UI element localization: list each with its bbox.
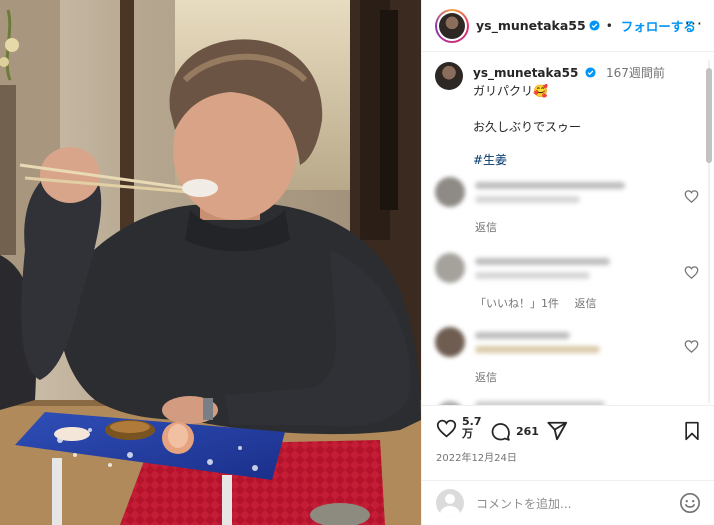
author-username[interactable]: ys_munetaka55	[476, 18, 586, 33]
smiley-icon[interactable]	[679, 492, 701, 514]
reply-button[interactable]: 返信	[475, 221, 497, 234]
post-side-panel: ys_munetaka55 • フォローする ··· ys_munetaka55…	[421, 0, 714, 525]
comment-item: 返信	[435, 175, 705, 245]
heart-icon[interactable]	[436, 418, 457, 439]
heart-icon[interactable]	[684, 339, 699, 354]
comment-avatar[interactable]	[435, 253, 465, 283]
paper-plane-icon[interactable]	[546, 420, 568, 442]
comments-scrollbar[interactable]	[706, 60, 712, 403]
verified-badge-icon	[585, 67, 596, 78]
caption-username[interactable]: ys_munetaka55	[473, 66, 578, 80]
comment-count: 261	[516, 425, 539, 438]
share-action[interactable]	[546, 420, 568, 442]
comments-list[interactable]: ys_munetaka55 167週間前 ガリパクリ🥰 お久しぶりでスゥー #生…	[422, 53, 714, 405]
post-actions: 5.7 万 261 2022年12月24日	[422, 405, 714, 480]
post-photo[interactable]	[0, 0, 421, 525]
post-header: ys_munetaka55 • フォローする ···	[422, 0, 714, 52]
like-action[interactable]: 5.7 万	[436, 416, 482, 440]
more-horizontal-icon[interactable]: ···	[685, 14, 703, 33]
comment-meta: 返信	[475, 219, 497, 235]
caption-hashtag[interactable]: #生姜	[473, 151, 507, 168]
post-date[interactable]: 2022年12月24日	[436, 449, 517, 464]
heart-icon[interactable]	[684, 265, 699, 280]
blurred-comment-text	[475, 332, 570, 339]
save-action[interactable]	[683, 421, 701, 445]
comment-avatar[interactable]	[435, 327, 465, 357]
separator-dot: •	[605, 18, 613, 33]
add-comment-bar: コメントを追加...	[422, 480, 714, 525]
comment-item: 「いいね！」1件 返信	[435, 251, 705, 321]
verified-badge-icon	[589, 20, 600, 31]
caption-text-line1: ガリパクリ🥰	[473, 84, 548, 98]
like-count[interactable]: 5.7 万	[462, 416, 482, 440]
comment-avatar[interactable]	[435, 177, 465, 207]
blurred-comment-text	[475, 272, 590, 279]
blurred-comment-text	[475, 346, 600, 353]
author-avatar[interactable]	[435, 8, 469, 43]
comment-meta: 返信	[475, 369, 497, 385]
blurred-comment-text	[475, 182, 625, 189]
caption-text-line2: お久しぶりでスゥー	[473, 120, 582, 134]
blurred-comment-text	[475, 196, 580, 203]
bookmark-icon[interactable]	[683, 421, 701, 441]
post-photo-image	[0, 0, 421, 525]
comment-meta: 「いいね！」1件 返信	[475, 295, 597, 311]
like-count-unit: 万	[462, 427, 473, 440]
caption-timestamp[interactable]: 167週間前	[606, 66, 665, 80]
heart-icon[interactable]	[684, 189, 699, 204]
comment-bubble-icon[interactable]	[490, 421, 511, 442]
comment-item: 返信	[435, 325, 705, 395]
comment-likes-count[interactable]: 「いいね！」1件	[475, 297, 559, 310]
current-user-avatar[interactable]	[436, 489, 464, 517]
comment-action[interactable]: 261	[490, 421, 539, 442]
caption-avatar[interactable]	[435, 62, 463, 90]
scrollbar-thumb[interactable]	[706, 68, 712, 163]
reply-button[interactable]: 返信	[475, 371, 497, 384]
caption-header: ys_munetaka55 167週間前	[473, 64, 665, 81]
reply-button[interactable]: 返信	[575, 297, 597, 310]
blurred-comment-text	[475, 258, 610, 265]
